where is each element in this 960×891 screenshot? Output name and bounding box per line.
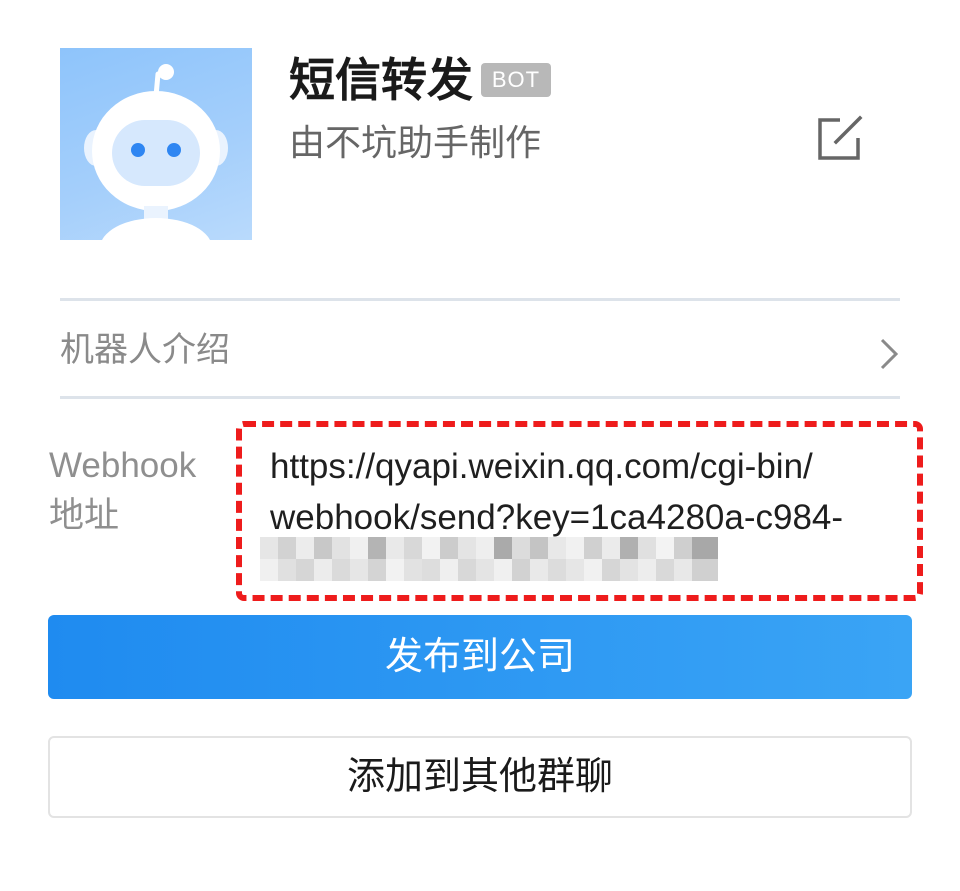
- bot-detail-panel: 短信转发 BOT 由不坑助手制作 机器人介绍 Webhook 地址 https:…: [0, 0, 960, 891]
- edit-icon[interactable]: [814, 114, 864, 164]
- divider: [60, 298, 900, 301]
- publish-to-company-button[interactable]: 发布到公司: [48, 615, 912, 699]
- webhook-url[interactable]: https://qyapi.weixin.qq.com/cgi-bin/ web…: [270, 441, 920, 543]
- webhook-label-line1: Webhook: [49, 446, 197, 485]
- redacted-key-mosaic: [260, 537, 718, 581]
- webhook-label-line2: 地址: [49, 496, 120, 535]
- webhook-url-line2: webhook/send?key=1ca4280a-c984-: [270, 498, 844, 537]
- bot-intro-row[interactable]: 机器人介绍: [60, 302, 900, 397]
- webhook-label: Webhook 地址: [49, 441, 229, 541]
- bot-name: 短信转发: [289, 54, 473, 106]
- divider: [60, 396, 900, 399]
- webhook-url-line1: https://qyapi.weixin.qq.com/cgi-bin/: [270, 447, 813, 486]
- bot-intro-label: 机器人介绍: [60, 331, 230, 369]
- robot-avatar-icon: [60, 48, 252, 240]
- bot-badge: BOT: [481, 63, 551, 97]
- add-to-other-groups-button[interactable]: 添加到其他群聊: [48, 736, 912, 818]
- bot-subtitle: 由不坑助手制作: [289, 122, 542, 163]
- chevron-right-icon: [878, 337, 900, 371]
